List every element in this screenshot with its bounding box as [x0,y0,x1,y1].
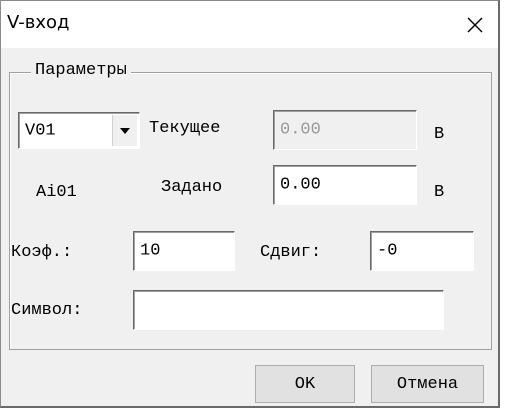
setpoint-field[interactable]: 0.00 [273,165,417,205]
channel-dropdown-button[interactable] [112,115,137,146]
parameters-group-label: Параметры [31,61,131,81]
window-title: V-вход [7,12,70,33]
current-unit: В [434,125,445,144]
offset-label: Сдвиг: [260,243,322,262]
channel-select[interactable]: V01 [18,112,140,149]
ok-button[interactable]: OK [255,365,355,403]
setpoint-unit: В [434,183,445,202]
symbol-label: Символ: [11,301,83,320]
title-bar: V-вход [1,1,498,48]
coef-label: Коэф.: [11,243,73,262]
current-value: 0.00 [280,120,321,140]
channel-select-value: V01 [25,121,56,140]
chevron-down-icon [120,127,130,134]
close-icon [467,17,483,32]
offset-field[interactable]: -0 [370,231,474,271]
v-input-dialog: V-вход Параметры V01 Текущее 0.00 В Ai01… [0,0,500,408]
setpoint-value: 0.00 [280,175,321,195]
current-value-field: 0.00 [273,110,417,150]
coef-field[interactable]: 10 [133,231,235,271]
input-name: Ai01 [36,183,77,202]
setpoint-label: Задано [161,178,223,197]
cancel-button-label: Отмена [396,374,459,394]
close-button[interactable] [452,1,498,48]
symbol-field[interactable] [133,290,444,330]
coef-value: 10 [140,241,161,261]
offset-value: -0 [377,241,398,261]
cancel-button[interactable]: Отмена [371,365,484,403]
current-label: Текущее [149,119,221,138]
ok-button-label: OK [294,374,316,394]
